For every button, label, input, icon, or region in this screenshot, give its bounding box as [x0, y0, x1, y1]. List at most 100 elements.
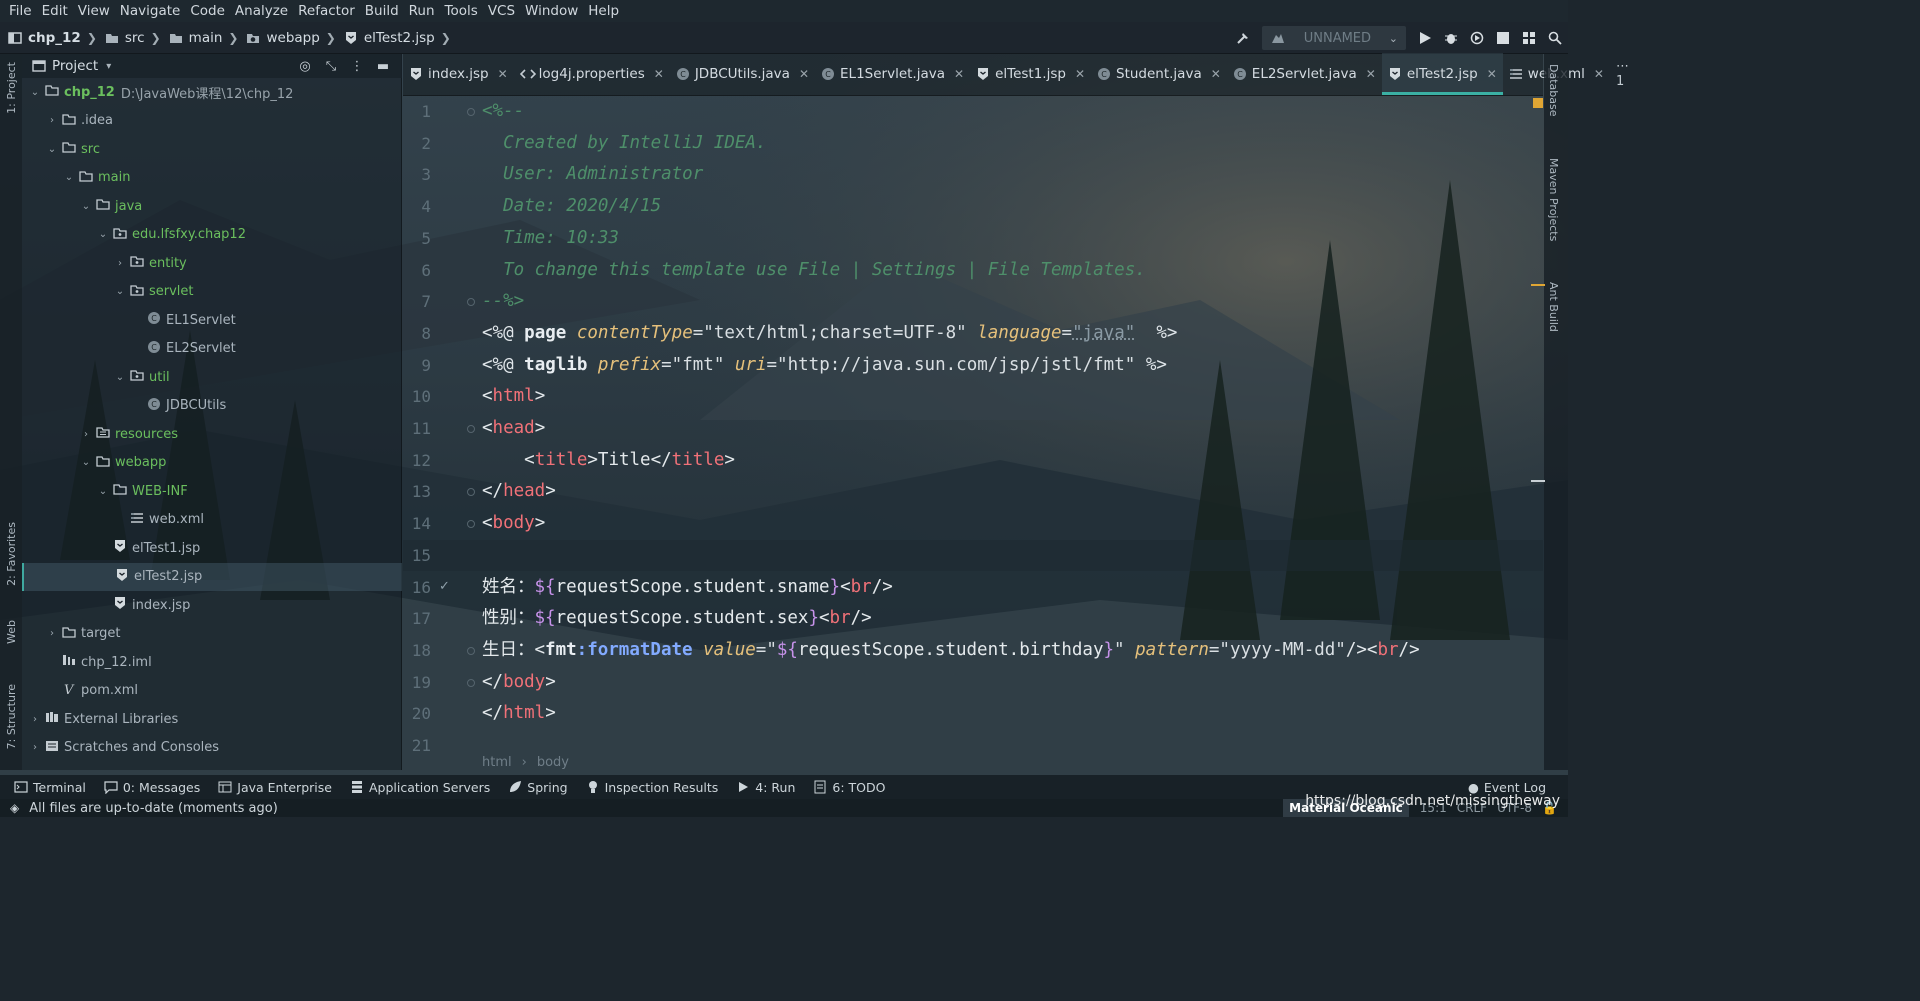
- tree-item[interactable]: ⌄ webapp: [22, 449, 402, 478]
- menu-code[interactable]: Code: [185, 0, 230, 22]
- tab-el2servlet-java[interactable]: C EL2Servlet.java ✕: [1227, 53, 1382, 95]
- tree-item[interactable]: ⌄ edu.lfsfxy.chap12: [22, 221, 402, 250]
- build-button[interactable]: [1230, 25, 1256, 51]
- chevron-right-icon[interactable]: ›: [113, 258, 127, 269]
- chevron-down-icon[interactable]: ⌄: [96, 486, 110, 497]
- menu-run[interactable]: Run: [404, 0, 440, 22]
- tree-item[interactable]: index.jsp: [22, 591, 402, 620]
- chevron-right-icon[interactable]: ›: [45, 115, 59, 126]
- chevron-right-icon[interactable]: ›: [45, 628, 59, 639]
- tree-item[interactable]: ⌄ util: [22, 363, 402, 392]
- tool-terminal[interactable]: Terminal: [10, 780, 90, 795]
- tool-spring[interactable]: Spring: [504, 780, 571, 795]
- tool-6-todo[interactable]: 6: TODO: [809, 780, 889, 795]
- menu-vcs[interactable]: VCS: [483, 0, 520, 22]
- close-icon[interactable]: ✕: [1366, 67, 1376, 81]
- warning-marker[interactable]: [1531, 284, 1545, 286]
- stop-button[interactable]: [1490, 25, 1516, 51]
- chevron-down-icon[interactable]: ⌄: [62, 172, 76, 183]
- code-line[interactable]: <%--: [482, 96, 524, 128]
- hide-icon[interactable]: ▬: [370, 59, 396, 74]
- code-line[interactable]: 姓名：${requestScope.student.sname}<br/>: [482, 572, 893, 604]
- tree-item[interactable]: › target: [22, 620, 402, 649]
- menu-refactor[interactable]: Refactor: [293, 0, 360, 22]
- code-line[interactable]: --%>: [482, 286, 524, 318]
- menu-file[interactable]: File: [4, 0, 37, 22]
- code-line[interactable]: <title>Title</title>: [482, 445, 735, 477]
- tree-item[interactable]: ⌄ java: [22, 192, 402, 221]
- error-stripe-mark[interactable]: [1533, 98, 1543, 108]
- tree-item[interactable]: web.xml: [22, 506, 402, 535]
- code-line[interactable]: To change this template use File | Setti…: [482, 255, 1146, 287]
- tab-eltest2-jsp[interactable]: elTest2.jsp ✕: [1381, 53, 1503, 95]
- tool-0-messages[interactable]: 0: Messages: [100, 780, 204, 795]
- close-icon[interactable]: ✕: [1211, 67, 1221, 81]
- breadcrumb-main[interactable]: main: [169, 30, 222, 46]
- code-line[interactable]: </head>: [482, 476, 556, 508]
- menu-help[interactable]: Help: [583, 0, 624, 22]
- run-configuration-select[interactable]: UNNAMED ⌄: [1262, 26, 1406, 50]
- tree-item[interactable]: › resources: [22, 420, 402, 449]
- tree-item[interactable]: › Scratches and Consoles: [22, 734, 402, 763]
- close-icon[interactable]: ✕: [1487, 67, 1497, 81]
- tool-java-enterprise[interactable]: Java Enterprise: [214, 780, 336, 795]
- fold-marker-icon[interactable]: [467, 646, 475, 655]
- code-line[interactable]: Created by IntelliJ IDEA.: [482, 128, 766, 160]
- close-icon[interactable]: ✕: [954, 67, 964, 81]
- menu-window[interactable]: Window: [520, 0, 583, 22]
- tree-item[interactable]: C EL2Servlet: [22, 335, 402, 364]
- tree-item[interactable]: Vpom.xml: [22, 677, 402, 706]
- chevron-down-icon[interactable]: ⌄: [79, 201, 93, 212]
- tab-jdbcutils-java[interactable]: C JDBCUtils.java ✕: [670, 53, 815, 95]
- menu-navigate[interactable]: Navigate: [115, 0, 186, 22]
- code-line[interactable]: <%@ taglib prefix="fmt" uri="http://java…: [482, 350, 1167, 382]
- code-line[interactable]: <%@ page contentType="text/html;charset=…: [482, 318, 1177, 350]
- tab-log4j-properties[interactable]: log4j.properties ✕: [514, 53, 670, 95]
- tree-item[interactable]: › entity: [22, 249, 402, 278]
- fold-marker-icon[interactable]: [467, 108, 475, 116]
- chevron-down-icon[interactable]: ⌄: [96, 229, 110, 240]
- run-button[interactable]: [1412, 25, 1438, 51]
- code-line[interactable]: User: Administrator: [482, 159, 703, 191]
- menu-tools[interactable]: Tools: [440, 0, 483, 22]
- menu-view[interactable]: View: [73, 0, 115, 22]
- project-panel-title[interactable]: Project: [52, 58, 98, 74]
- code-line[interactable]: <html>: [482, 381, 545, 413]
- tree-item[interactable]: ⌄ chp_12 D:\JavaWeb课程\12\chp_12: [22, 78, 402, 107]
- more-tabs-button[interactable]: ⋯ 1: [1610, 53, 1629, 95]
- chevron-right-icon[interactable]: ›: [28, 742, 42, 753]
- project-structure-button[interactable]: [1516, 25, 1542, 51]
- chevron-down-icon[interactable]: ⌄: [45, 144, 59, 155]
- code-editor[interactable]: <%-- Created by IntelliJ IDEA. User: Adm…: [482, 96, 1542, 746]
- tab-eltest1-jsp[interactable]: elTest1.jsp ✕: [970, 53, 1091, 95]
- chevron-down-icon[interactable]: ⌄: [79, 457, 93, 468]
- chevron-down-icon[interactable]: ⌄: [113, 286, 127, 297]
- close-icon[interactable]: ✕: [654, 67, 664, 81]
- tab-index-jsp[interactable]: index.jsp ✕: [403, 53, 514, 95]
- code-line[interactable]: <head>: [482, 413, 545, 445]
- editor-crumb-html[interactable]: html: [482, 755, 512, 770]
- code-line[interactable]: <body>: [482, 508, 545, 540]
- fold-marker-icon[interactable]: [467, 678, 475, 687]
- code-line[interactable]: Time: 10:33: [482, 223, 619, 255]
- tree-item[interactable]: › External Libraries: [22, 705, 402, 734]
- debug-button[interactable]: [1438, 25, 1464, 51]
- menu-edit[interactable]: Edit: [37, 0, 73, 22]
- tool-application-servers[interactable]: Application Servers: [346, 780, 494, 795]
- tree-item[interactable]: elTest2.jsp: [22, 562, 402, 591]
- breadcrumb-src[interactable]: src: [105, 30, 145, 46]
- close-icon[interactable]: ✕: [799, 67, 809, 81]
- caret-marker[interactable]: [1531, 480, 1545, 482]
- chevron-right-icon[interactable]: ›: [28, 714, 42, 725]
- close-icon[interactable]: ✕: [1075, 67, 1085, 81]
- chevron-down-icon[interactable]: ⌄: [113, 372, 127, 383]
- tree-item[interactable]: ⌄ WEB-INF: [22, 477, 402, 506]
- tool-4-run[interactable]: 4: Run: [732, 780, 799, 795]
- code-line[interactable]: </html>: [482, 698, 556, 730]
- tree-item[interactable]: › .idea: [22, 107, 402, 136]
- code-line[interactable]: Date: 2020/4/15: [482, 191, 661, 223]
- options-icon[interactable]: ⋮: [344, 59, 370, 74]
- code-line[interactable]: </body>: [482, 667, 556, 699]
- breadcrumb-webapp[interactable]: webapp: [246, 30, 320, 46]
- code-line[interactable]: 性别：${requestScope.student.sex}<br/>: [482, 603, 872, 635]
